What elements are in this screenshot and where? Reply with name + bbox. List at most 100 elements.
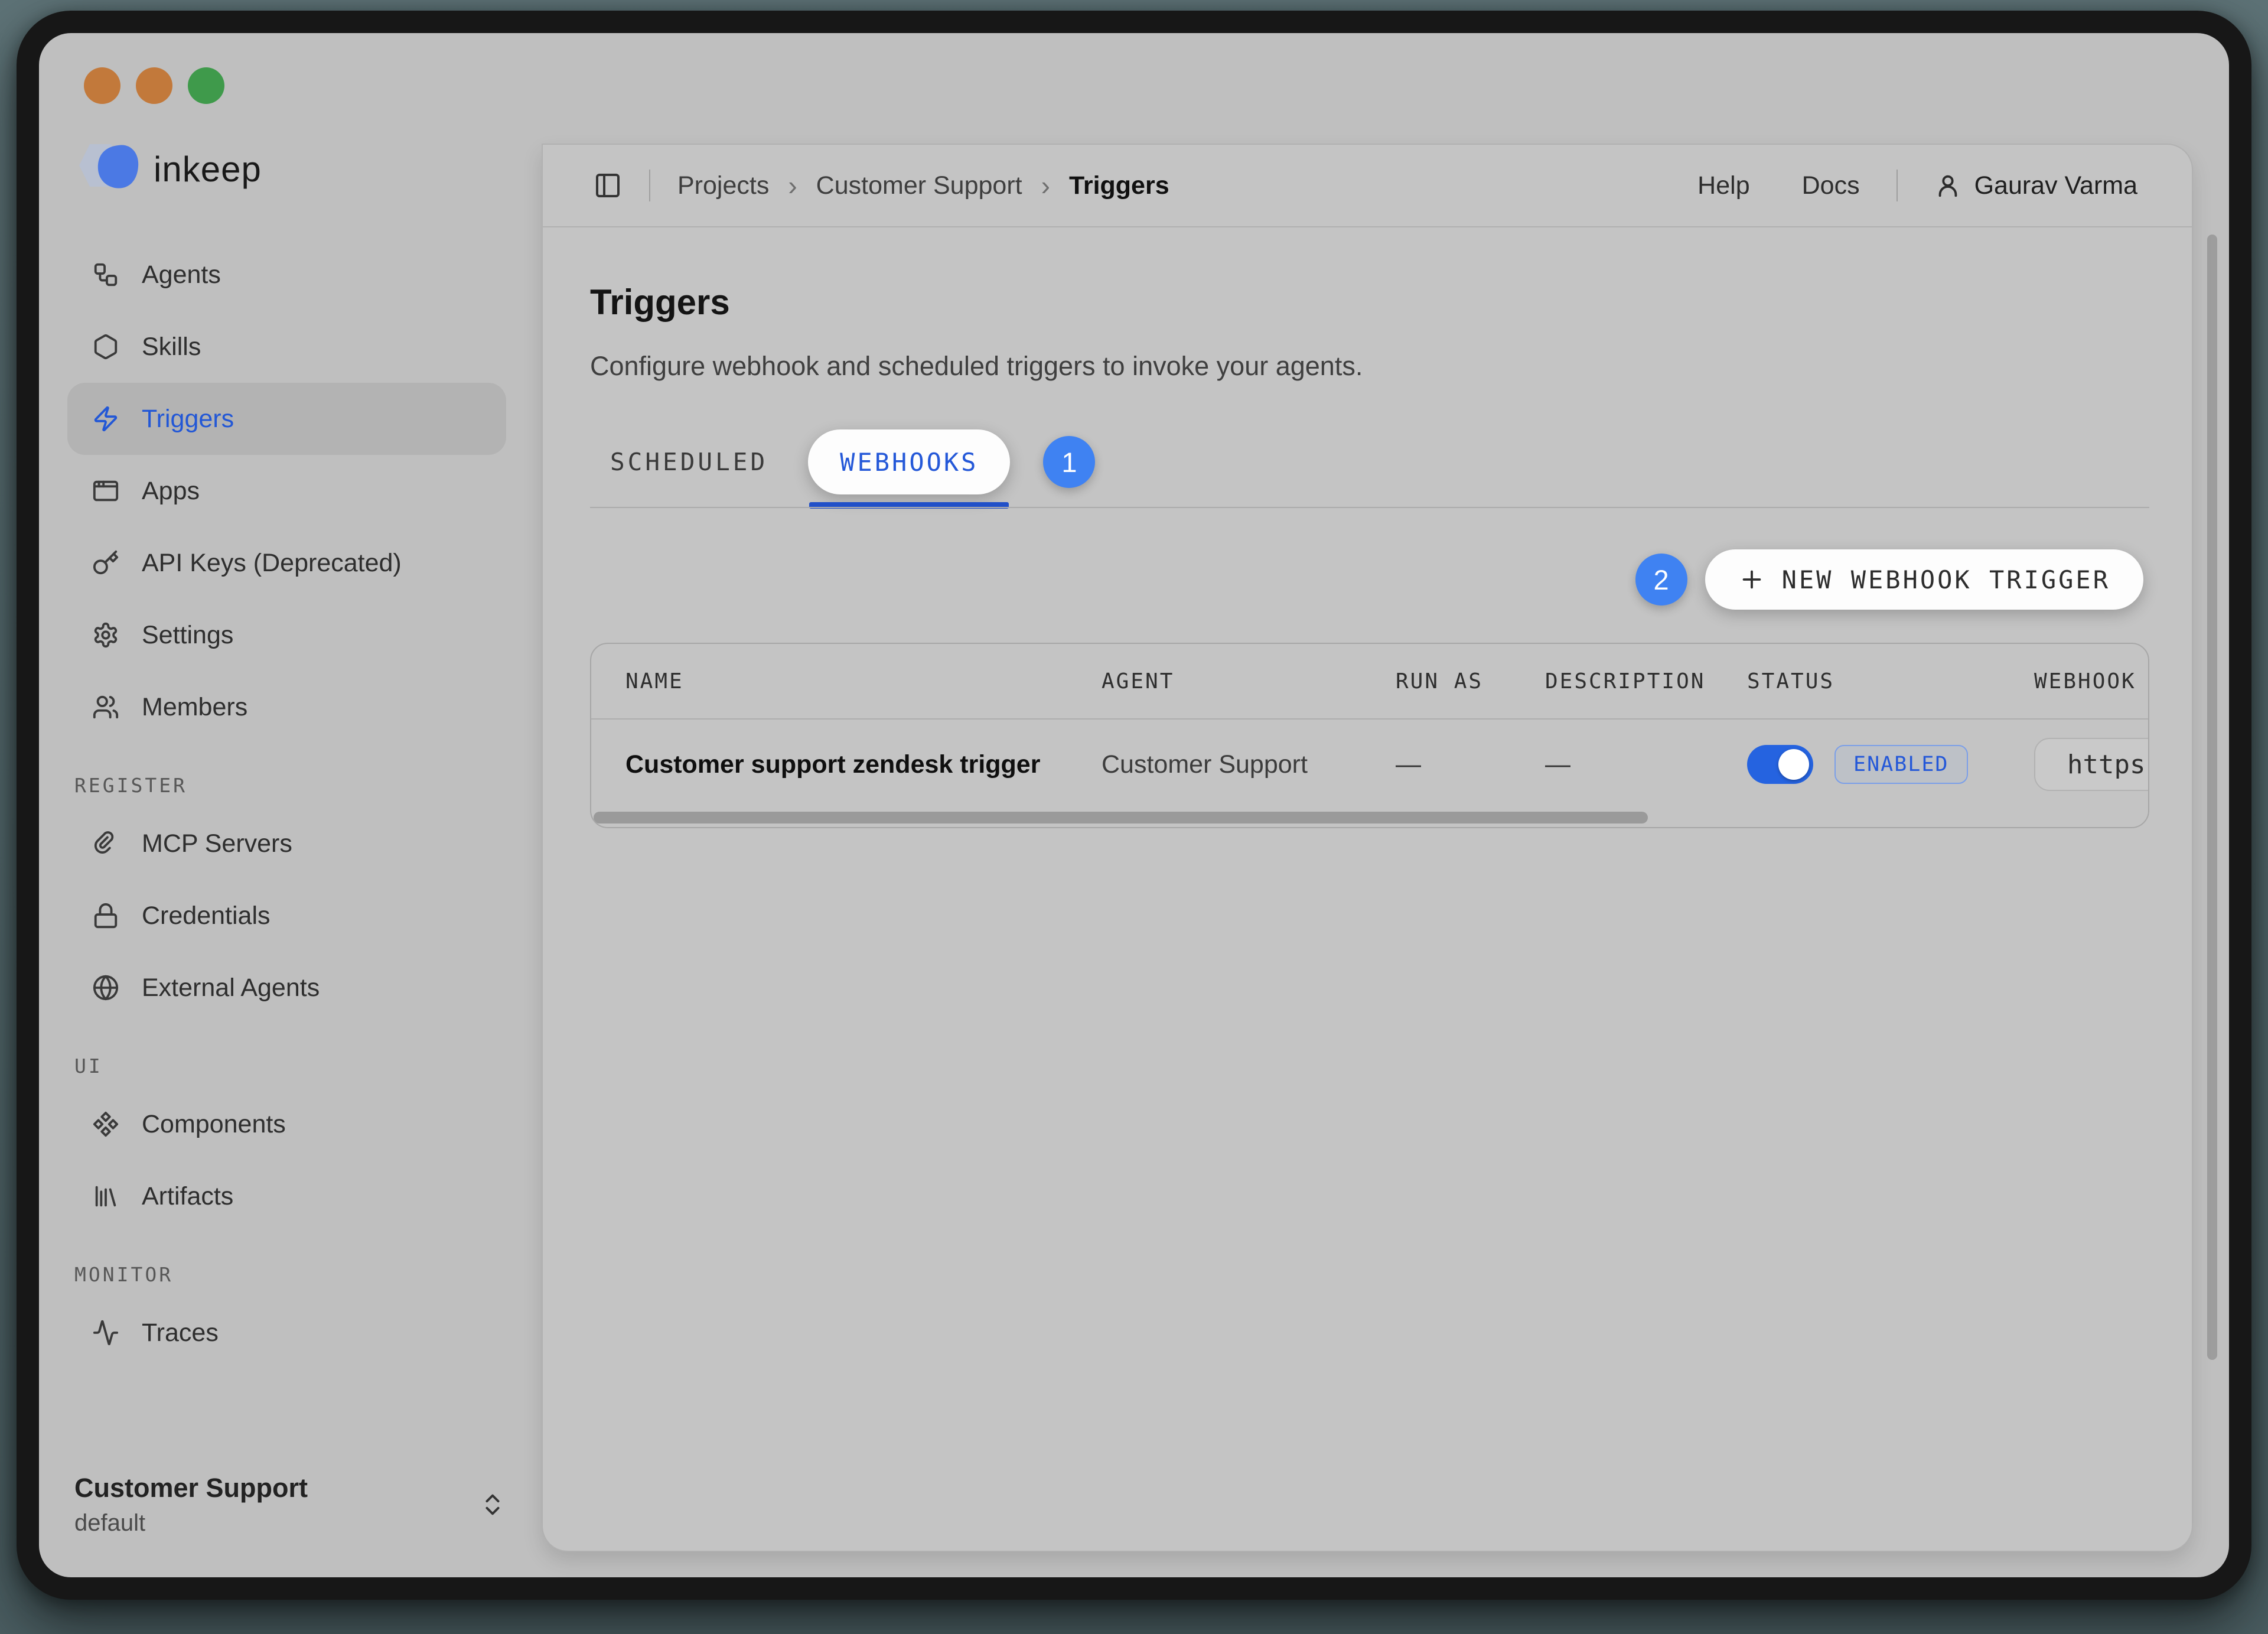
breadcrumb: Projects › Customer Support › Triggers [649,170,1169,201]
hexagon-icon [92,333,119,360]
project-variant: default [74,1506,308,1539]
sidebar-item-label: Skills [142,333,201,362]
close-window-button[interactable] [84,67,120,104]
sidebar-item-components[interactable]: Components [67,1088,506,1160]
window-frame: inkeep Agents Skills Triggers Apps API K… [17,11,2251,1600]
breadcrumb-separator: › [1041,170,1050,201]
workflow-icon [92,261,119,288]
trigger-agent-cell: Customer Support [1102,750,1396,779]
column-header-agent: AGENT [1102,669,1396,694]
gear-icon [92,621,119,649]
lock-icon [92,902,119,929]
sidebar-item-label: Credentials [142,901,271,930]
new-webhook-trigger-button[interactable]: NEW WEBHOOK TRIGGER [1705,549,2143,610]
zap-icon [92,405,119,432]
user-icon [1934,172,1961,199]
project-switcher[interactable]: Customer Support default [67,1470,506,1539]
activity-icon [92,1319,119,1346]
breadcrumb-project[interactable]: Customer Support [816,171,1022,200]
sidebar-item-skills[interactable]: Skills [67,311,506,383]
sidebar-item-mcp-servers[interactable]: MCP Servers [67,808,506,880]
trigger-description-cell: — [1545,750,1747,779]
sidebar-item-agents[interactable]: Agents [67,239,506,311]
status-toggle[interactable] [1747,745,1813,784]
panel-left-toggle-icon[interactable] [594,171,622,200]
project-switcher-text: Customer Support default [74,1470,308,1539]
docs-link[interactable]: Docs [1802,171,1860,200]
sidebar-scrollbar[interactable] [2207,235,2217,1360]
sidebar-item-api-keys[interactable]: API Keys (Deprecated) [67,527,506,599]
sidebar-item-label: Triggers [142,405,234,434]
breadcrumb-current: Triggers [1069,171,1169,200]
breadcrumb-projects[interactable]: Projects [677,171,769,200]
main-panel: Projects › Customer Support › Triggers H… [542,144,2193,1552]
sidebar-item-label: Agents [142,261,221,289]
chevrons-up-down-icon [479,1491,506,1518]
sidebar-item-label: Traces [142,1319,219,1347]
trigger-webhook-cell: https [2034,738,2149,791]
sidebar-section-register: REGISTER [74,774,506,797]
trigger-run-as-cell: — [1396,750,1545,779]
app-window: inkeep Agents Skills Triggers Apps API K… [39,33,2229,1577]
paperclip-icon [92,830,119,857]
table-horizontal-scrollbar[interactable] [594,812,1648,823]
column-header-status: STATUS [1747,669,2034,694]
sidebar-section-monitor: MONITOR [74,1263,506,1286]
column-header-description: DESCRIPTION [1545,669,1747,694]
breadcrumb-separator: › [788,170,797,201]
sidebar-item-label: MCP Servers [142,829,292,858]
sidebar-section-ui: UI [74,1054,506,1078]
sidebar-item-settings[interactable]: Settings [67,599,506,671]
table-row[interactable]: Customer support zendesk trigger Custome… [591,720,2149,809]
sidebar-item-artifacts[interactable]: Artifacts [67,1160,506,1232]
sidebar-item-credentials[interactable]: Credentials [67,880,506,952]
component-icon [92,1111,119,1138]
page-content: Triggers Configure webhook and scheduled… [543,227,2192,1551]
sidebar: inkeep Agents Skills Triggers Apps API K… [39,33,542,1577]
new-webhook-trigger-label: NEW WEBHOOK TRIGGER [1782,565,2110,594]
annotation-badge-2: 2 [1635,554,1687,606]
library-icon [92,1183,119,1210]
page-title: Triggers [590,282,2149,323]
globe-icon [92,974,119,1001]
app-window-icon [92,477,119,504]
tabs-divider [590,507,2149,508]
column-header-webhook: WEBHOOK [2034,669,2149,694]
sidebar-item-external-agents[interactable]: External Agents [67,952,506,1024]
page-description: Configure webhook and scheduled triggers… [590,351,2149,382]
user-menu[interactable]: Gaurav Varma [1934,171,2137,200]
inkeep-logo[interactable]: inkeep [67,138,506,200]
minimize-window-button[interactable] [136,67,172,104]
table-actions: 2 NEW WEBHOOK TRIGGER [590,549,2149,610]
sidebar-item-label: Artifacts [142,1182,233,1211]
column-header-run-as: RUN AS [1396,669,1545,694]
table-horizontal-scroll-track [591,809,2149,827]
plus-icon [1738,566,1765,593]
logo-wordmark: inkeep [154,149,262,190]
zoom-window-button[interactable] [188,67,224,104]
sidebar-item-label: Apps [142,477,200,506]
help-link[interactable]: Help [1697,171,1749,200]
sidebar-item-label: External Agents [142,974,320,1002]
header-divider [649,170,650,201]
annotation-badge-1: 1 [1043,436,1095,488]
table-header-row: NAME AGENT RUN AS DESCRIPTION STATUS WEB… [591,644,2149,720]
tab-webhooks[interactable]: WEBHOOKS [808,429,1010,494]
tab-scheduled[interactable]: SCHEDULED [590,448,788,476]
sidebar-item-label: Members [142,693,247,722]
trigger-name-cell[interactable]: Customer support zendesk trigger [591,750,1102,779]
status-badge: ENABLED [1834,745,1968,784]
sidebar-item-members[interactable]: Members [67,671,506,743]
top-header: Projects › Customer Support › Triggers H… [543,145,2192,227]
users-icon [92,694,119,721]
key-icon [92,549,119,577]
webhook-url-chip[interactable]: https [2034,738,2149,791]
sidebar-item-triggers[interactable]: Triggers [67,383,506,455]
sidebar-item-traces[interactable]: Traces [67,1297,506,1369]
triggers-table-inner: NAME AGENT RUN AS DESCRIPTION STATUS WEB… [591,644,2149,827]
sidebar-item-apps[interactable]: Apps [67,455,506,527]
header-divider [1896,170,1898,201]
toggle-knob [1778,749,1809,780]
trigger-status-cell: ENABLED [1747,745,2034,784]
project-name: Customer Support [74,1470,308,1506]
